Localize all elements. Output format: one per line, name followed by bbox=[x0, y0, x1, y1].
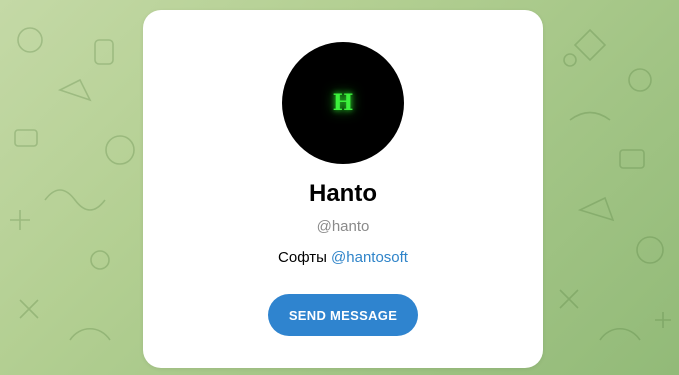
profile-username: @hanto bbox=[316, 218, 370, 235]
bio-mention-link[interactable]: @hantosoft bbox=[331, 249, 408, 266]
bio-text: Софты bbox=[278, 249, 332, 266]
avatar-letter: H bbox=[332, 90, 354, 116]
profile-bio: Софты @hantosoft bbox=[143, 249, 543, 266]
avatar: H bbox=[282, 42, 404, 164]
profile-card: H Hanto @hanto Софты @hantosoft SEND MES… bbox=[143, 10, 543, 368]
profile-name: Hanto bbox=[309, 180, 377, 207]
send-message-button[interactable]: SEND MESSAGE bbox=[268, 294, 418, 336]
